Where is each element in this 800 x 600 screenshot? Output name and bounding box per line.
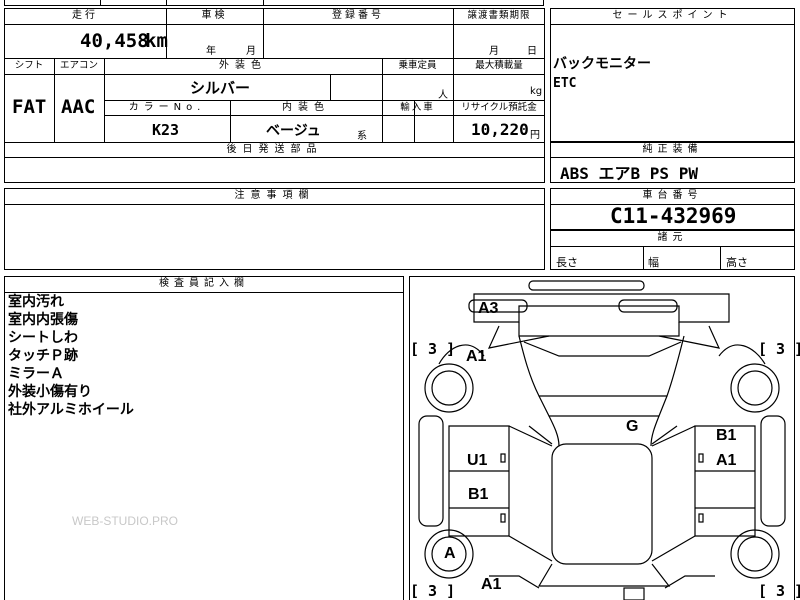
recycle-value: 10,220: [471, 120, 529, 139]
dimensions-header: 諸元: [657, 232, 688, 243]
mileage-header: 走行: [72, 10, 98, 21]
parts-header: 後日発送部品: [226, 144, 323, 155]
mileage-value: 40,458: [80, 30, 149, 52]
mileage-unit: km: [145, 30, 168, 52]
remark-item: ミラーＡ: [8, 366, 64, 382]
mark-left-front: A1: [466, 348, 487, 365]
chassis-header: 車台番号: [642, 190, 703, 201]
sales-point-item: ETC: [553, 76, 577, 91]
inspector-remarks-list: 室内汚れ 室内内張傷 シートしわ タッチＰ跡 ミラーＡ 外装小傷有り 社外アルミ…: [8, 293, 134, 419]
length-label: 長さ: [556, 256, 578, 269]
genuine-equipment-header: 純正装備: [642, 144, 703, 155]
year-label: 年: [206, 46, 216, 57]
bracket-right-top: [ 3 ]: [758, 340, 800, 358]
ac-header: エアコン: [59, 60, 98, 71]
interior-color-value: ベージュ: [266, 123, 321, 139]
mark-left-rear-door: B1: [468, 486, 489, 503]
remark-item: 室内汚れ: [8, 294, 64, 310]
max-load-unit: kg: [530, 86, 543, 97]
watermark: WEB-STUDIO.PRO: [72, 514, 179, 528]
mark-left-rear: A1: [481, 576, 502, 593]
ac-value: AAC: [61, 96, 96, 118]
sales-points-box: [550, 8, 795, 142]
shift-value: FAT: [12, 96, 47, 118]
color-no-header: カラーNo.: [128, 102, 206, 113]
notes-header: 注意事項欄: [234, 190, 315, 201]
sales-point-item: バックモニター: [553, 56, 651, 72]
top-strip: [4, 0, 544, 6]
inspection-header: 車検: [201, 10, 228, 21]
width-label: 幅: [648, 256, 659, 269]
chassis-value: C11-432969: [610, 204, 737, 228]
remark-item: タッチＰ跡: [8, 348, 78, 364]
exterior-color-value: シルバー: [190, 79, 251, 97]
bracket-left-top: [ 3 ]: [410, 340, 456, 358]
bracket-right-bottom: [ 3 ]: [758, 582, 800, 600]
interior-color-header: 内装色: [282, 102, 330, 113]
car-diagram: [418, 280, 786, 600]
shift-header: シフト: [14, 60, 44, 71]
remark-item: 室内内張傷: [8, 312, 78, 328]
remark-item: シートしわ: [8, 330, 78, 346]
sales-points-header: セールスポイント: [612, 10, 733, 21]
mark-hood: G: [626, 418, 639, 435]
inspector-header: 検査員記入欄: [159, 278, 249, 289]
transfer-header: 譲渡書類期限: [467, 10, 531, 21]
mark-right-rear: A1: [716, 452, 737, 469]
remark-item: 社外アルミホイール: [8, 402, 134, 418]
month-label: 月: [246, 46, 256, 57]
remark-item: 外装小傷有り: [8, 384, 92, 400]
interior-color-suffix: 系: [357, 131, 367, 142]
import-header: 輸入車: [400, 102, 435, 113]
color-no-value: K23: [152, 121, 180, 139]
bracket-left-bottom: [ 3 ]: [410, 582, 456, 600]
transfer-month-label: 月: [489, 46, 499, 57]
recycle-header: リサイクル預託金: [461, 102, 537, 113]
genuine-equipment-value: ABS エアB PS PW: [560, 164, 698, 183]
exterior-color-header: 外装色: [219, 60, 267, 71]
mark-left-door: U1: [467, 452, 488, 469]
capacity-header: 乗車定員: [398, 60, 437, 71]
height-label: 高さ: [726, 256, 748, 269]
mark-left-wheel: A: [444, 545, 456, 562]
recycle-unit: 円: [530, 130, 540, 141]
registration-header: 登録番号: [332, 10, 384, 21]
mark-right-front-door: B1: [716, 427, 737, 444]
transfer-day-label: 日: [527, 46, 537, 57]
mark-roof: A3: [478, 300, 499, 317]
max-load-header: 最大積載量: [475, 60, 523, 71]
capacity-unit: 人: [438, 90, 448, 101]
